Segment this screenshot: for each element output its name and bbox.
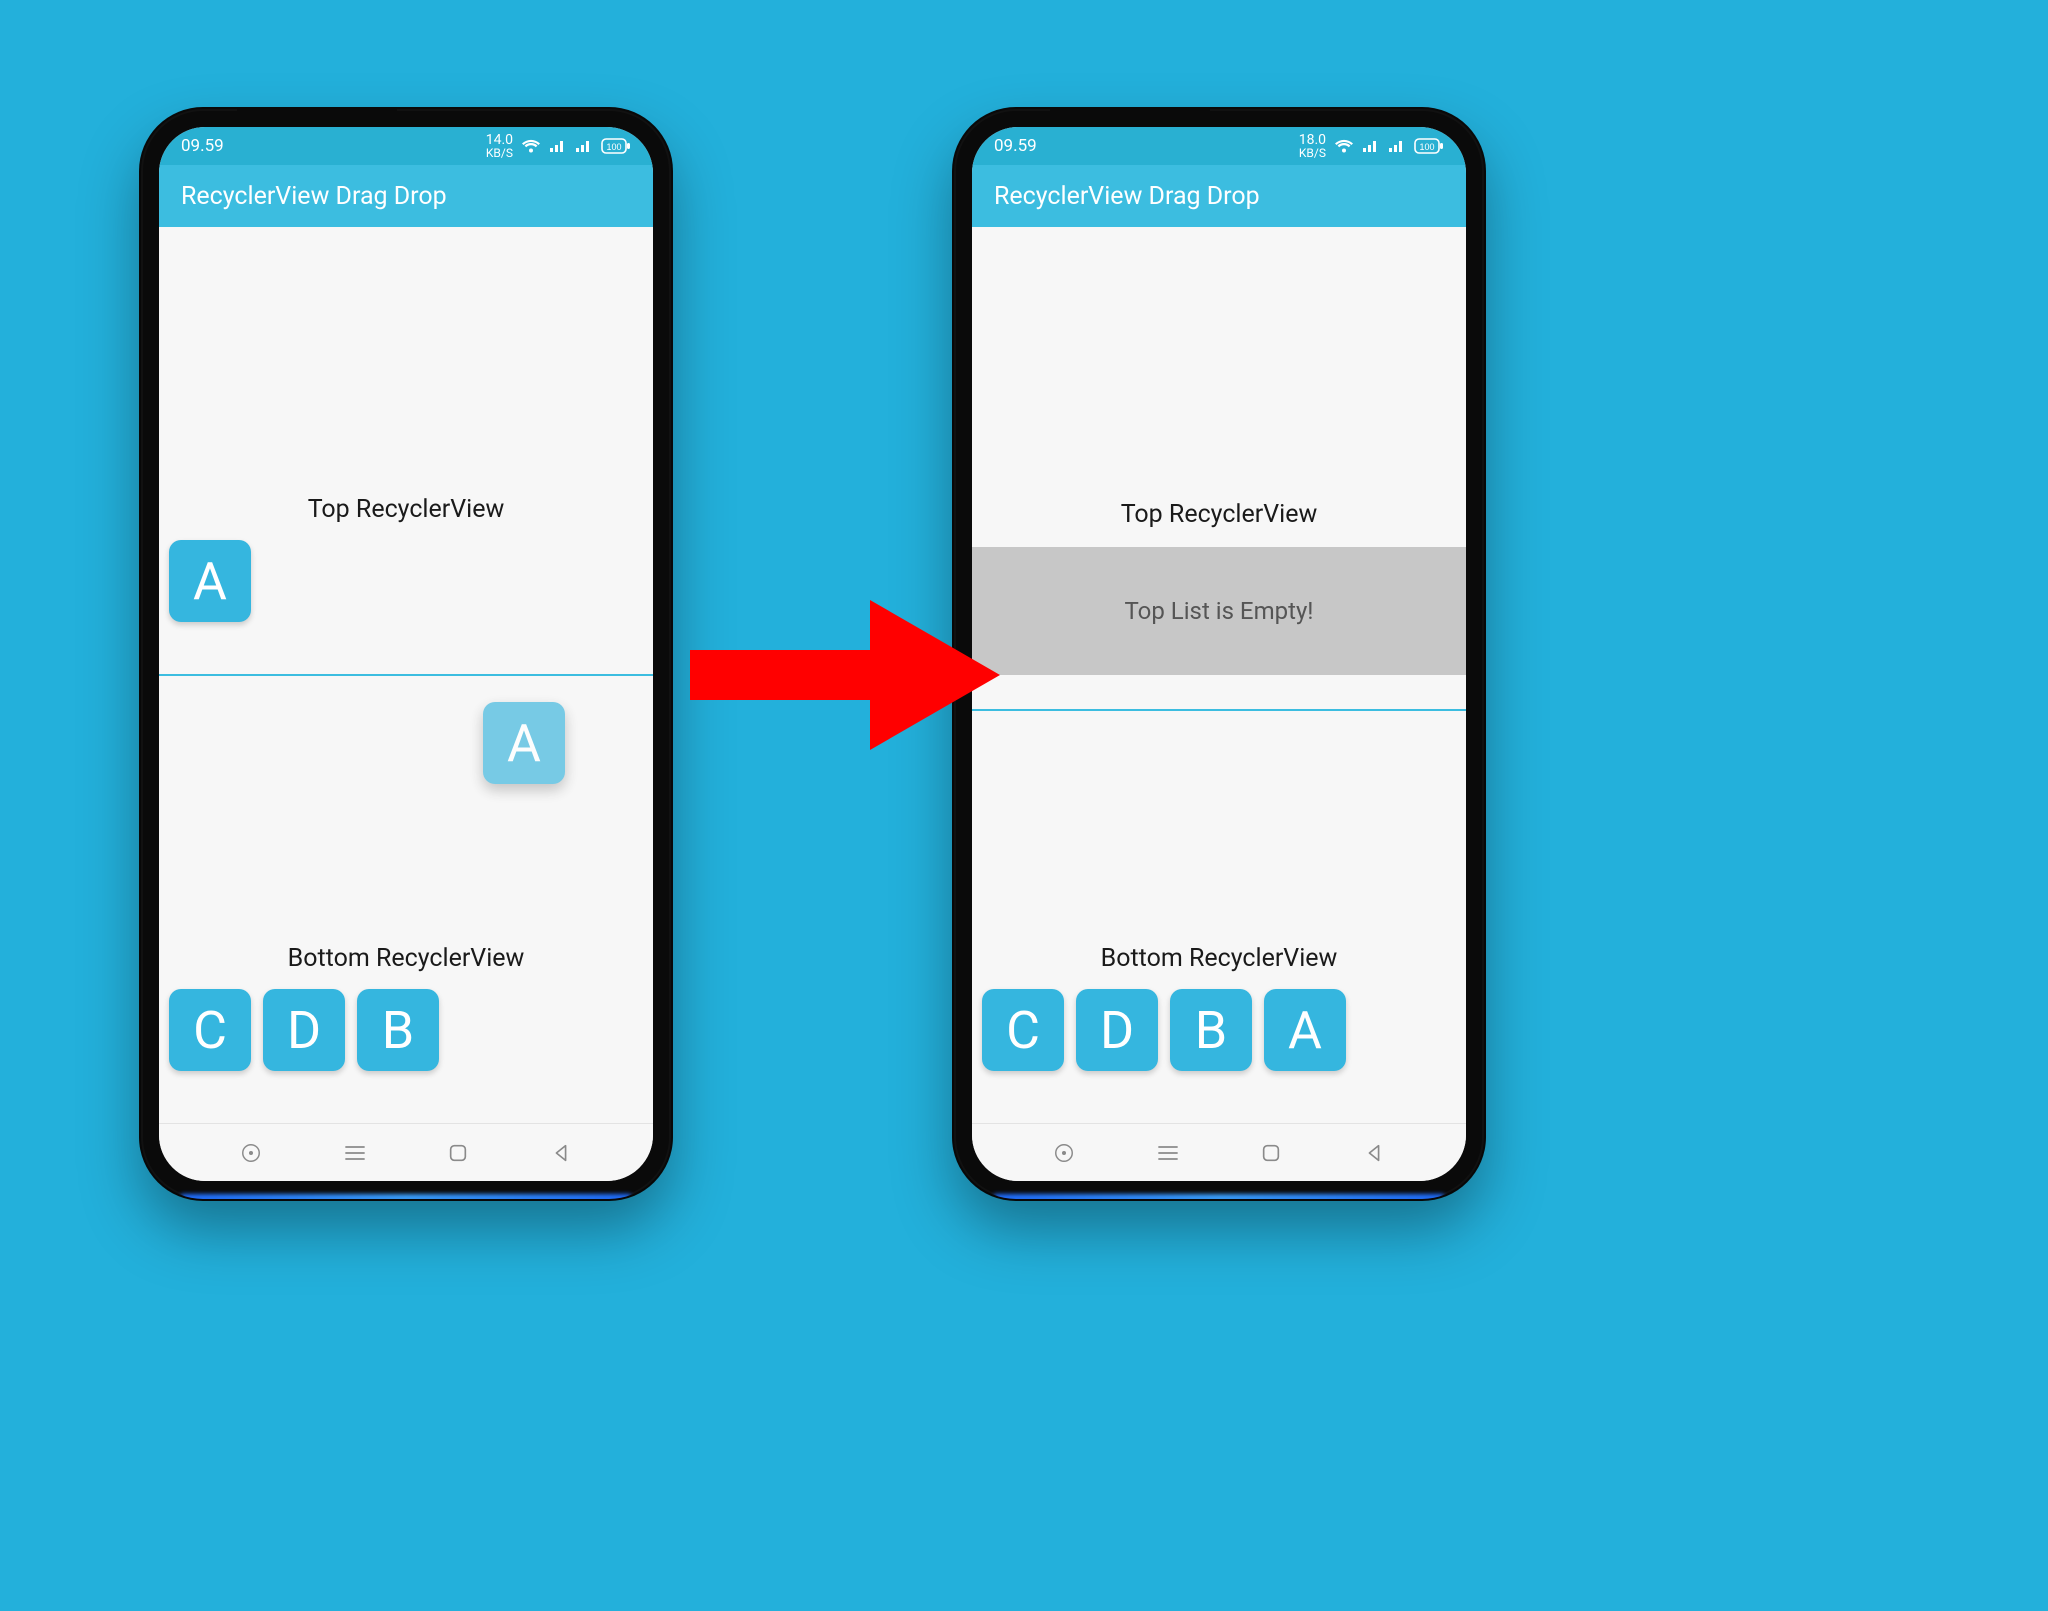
- tile-item[interactable]: D: [1076, 989, 1158, 1071]
- status-bar: 09.59 18.0 KB/S 100: [972, 127, 1466, 165]
- app-bar: RecyclerView Drag Drop: [972, 165, 1466, 227]
- app-title: RecyclerView Drag Drop: [994, 182, 1260, 211]
- wifi-icon: [1334, 138, 1354, 154]
- battery-icon: 100: [1414, 138, 1444, 154]
- signal-icon: [575, 138, 593, 154]
- status-time: 09.59: [994, 136, 1037, 156]
- bottom-section-label: Bottom RecyclerView: [159, 944, 653, 973]
- top-tile-row: A: [159, 540, 653, 674]
- popup-camera-module: MI DUAL CAMERA: [1050, 109, 1210, 129]
- app-title: RecyclerView Drag Drop: [181, 182, 447, 211]
- tile-item[interactable]: A: [1264, 989, 1346, 1071]
- top-recycler-area[interactable]: Top RecyclerView A: [159, 227, 653, 676]
- bottom-tile-row: C D B: [159, 989, 653, 1123]
- nav-back-icon[interactable]: [1363, 1142, 1385, 1164]
- nav-home-icon[interactable]: [1260, 1142, 1282, 1164]
- network-speed: 14.0 KB/S: [486, 133, 513, 159]
- empty-placeholder: Top List is Empty!: [972, 547, 1466, 675]
- network-speed: 18.0 KB/S: [1299, 133, 1326, 159]
- battery-icon: 100: [601, 138, 631, 154]
- app-bar: RecyclerView Drag Drop: [159, 165, 653, 227]
- svg-text:100: 100: [606, 142, 621, 152]
- app-content: Top RecyclerView A Bottom RecyclerView C…: [159, 227, 653, 1123]
- bottom-recycler-area[interactable]: Bottom RecyclerView C D B A: [972, 711, 1466, 1123]
- tile-item[interactable]: C: [169, 989, 251, 1071]
- tile-item[interactable]: B: [1170, 989, 1252, 1071]
- top-section-label: Top RecyclerView: [159, 495, 653, 524]
- signal-icon: [1362, 138, 1380, 154]
- status-icons: 18.0 KB/S 100: [1299, 133, 1444, 159]
- nav-recents-icon[interactable]: [343, 1142, 367, 1164]
- top-section-label: Top RecyclerView: [972, 500, 1466, 529]
- tile-item[interactable]: D: [263, 989, 345, 1071]
- wifi-icon: [521, 138, 541, 154]
- signal-icon: [549, 138, 567, 154]
- bottom-tile-row: C D B A: [972, 989, 1466, 1123]
- phone-mock-left: MI DUAL CAMERA 09.59 14.0 KB/S: [141, 109, 671, 1199]
- tile-item[interactable]: C: [982, 989, 1064, 1071]
- status-time: 09.59: [181, 136, 224, 156]
- bottom-section-label: Bottom RecyclerView: [972, 944, 1466, 973]
- signal-icon: [1388, 138, 1406, 154]
- nav-control-center-icon[interactable]: [240, 1142, 262, 1164]
- screen: 09.59 14.0 KB/S 100: [159, 127, 653, 1181]
- phone-mock-right: MI DUAL CAMERA 09.59 18.0 KB/S: [954, 109, 1484, 1199]
- nav-recents-icon[interactable]: [1156, 1142, 1180, 1164]
- tile-item[interactable]: A: [169, 540, 251, 622]
- top-recycler-area[interactable]: Top RecyclerView Top List is Empty!: [972, 227, 1466, 711]
- system-nav-bar: [159, 1123, 653, 1181]
- svg-text:100: 100: [1419, 142, 1434, 152]
- nav-back-icon[interactable]: [550, 1142, 572, 1164]
- empty-text: Top List is Empty!: [1125, 597, 1314, 625]
- status-bar: 09.59 14.0 KB/S 100: [159, 127, 653, 165]
- popup-camera-module: MI DUAL CAMERA: [237, 109, 397, 129]
- app-content: Top RecyclerView Top List is Empty! Bott…: [972, 227, 1466, 1123]
- status-icons: 14.0 KB/S 100: [486, 133, 631, 159]
- transition-arrow-icon: [680, 580, 1020, 770]
- screen: 09.59 18.0 KB/S 100: [972, 127, 1466, 1181]
- system-nav-bar: [972, 1123, 1466, 1181]
- tile-item[interactable]: B: [357, 989, 439, 1071]
- nav-control-center-icon[interactable]: [1053, 1142, 1075, 1164]
- dragging-tile[interactable]: A: [483, 702, 565, 784]
- bottom-recycler-area[interactable]: Bottom RecyclerView C D B: [159, 676, 653, 1123]
- nav-home-icon[interactable]: [447, 1142, 469, 1164]
